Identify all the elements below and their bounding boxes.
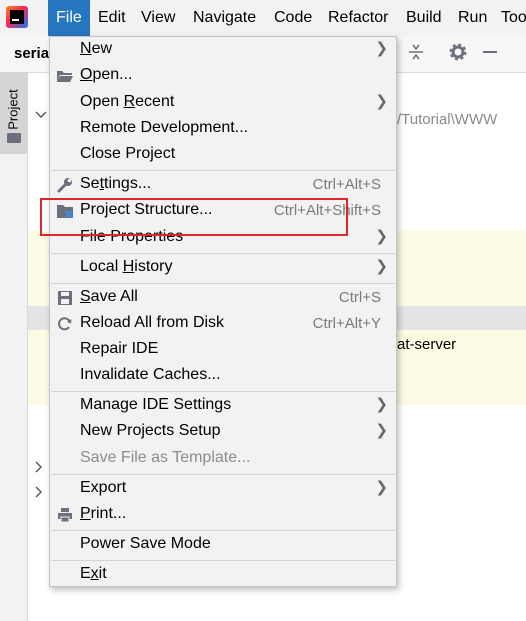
intellij-logo-icon[interactable] <box>6 6 28 28</box>
menu-item-new-projects-setup[interactable]: New Projects Setup ❯ <box>50 419 396 445</box>
menu-item-label: Open Recent <box>80 93 175 110</box>
menu-item-repair-ide[interactable]: Repair IDE <box>50 337 396 363</box>
menu-item-settings[interactable]: Settings... Ctrl+Alt+S <box>50 172 396 198</box>
menu-view[interactable]: View <box>133 0 183 36</box>
minimize-icon[interactable] <box>480 42 500 67</box>
left-tool-strip: Project <box>0 72 28 621</box>
menu-tools[interactable]: Too <box>493 0 526 36</box>
menu-item-power-save-mode[interactable]: Power Save Mode <box>50 532 396 558</box>
menu-item-label: Reload All from Disk <box>80 314 225 331</box>
menu-bar: File Edit View Navigate Code Refactor Bu… <box>0 0 526 36</box>
file-menu-dropdown: New ❯ Open... Open Recent ❯ Remote Devel… <box>49 36 397 587</box>
menu-separator <box>51 253 397 254</box>
menu-separator <box>51 170 397 171</box>
menu-item-label: Settings... <box>80 175 152 192</box>
menu-separator <box>51 530 397 531</box>
menu-item-exit[interactable]: Exit <box>50 562 396 588</box>
collapse-icon[interactable] <box>406 42 426 67</box>
menu-edit[interactable]: Edit <box>90 0 134 36</box>
menu-item-label: Close Project <box>80 145 176 162</box>
menu-item-reload-all[interactable]: Reload All from Disk Ctrl+Alt+Y <box>50 311 396 337</box>
menu-item-label: Remote Development... <box>80 119 249 136</box>
menu-item-label: Open... <box>80 66 133 83</box>
menu-separator <box>51 474 397 475</box>
menu-separator <box>51 391 397 392</box>
menu-item-local-history[interactable]: Local History ❯ <box>50 255 396 281</box>
menu-item-label: Repair IDE <box>80 340 159 357</box>
menu-separator <box>51 283 397 284</box>
chevron-right-icon[interactable] <box>33 485 45 502</box>
menu-file[interactable]: File <box>48 0 90 36</box>
chevron-right-icon: ❯ <box>375 93 388 110</box>
menu-item-label: Save All <box>80 288 138 305</box>
reload-icon <box>56 315 74 333</box>
wrench-icon <box>56 176 74 194</box>
chevron-right-icon: ❯ <box>375 479 388 496</box>
menu-item-label: Save File as Template... <box>80 449 251 466</box>
menu-item-open-recent[interactable]: Open Recent ❯ <box>50 90 396 116</box>
menu-item-label: Print... <box>80 505 127 522</box>
project-path-text: /Tutorial\WWW <box>397 111 498 128</box>
chevron-right-icon: ❯ <box>375 258 388 275</box>
menu-item-close-project[interactable]: Close Project <box>50 142 396 168</box>
menu-item-manage-ide-settings[interactable]: Manage IDE Settings ❯ <box>50 393 396 419</box>
chevron-right-icon: ❯ <box>375 396 388 413</box>
server-name-text: at-server <box>397 336 457 353</box>
menu-item-invalidate-caches[interactable]: Invalidate Caches... <box>50 363 396 389</box>
gear-icon[interactable] <box>448 42 468 67</box>
chevron-down-icon[interactable] <box>34 108 48 125</box>
menu-item-label: Exit <box>80 565 107 582</box>
menu-separator <box>51 560 397 561</box>
annotation-highlight-box <box>40 198 348 236</box>
chevron-right-icon: ❯ <box>375 40 388 57</box>
folder-icon <box>7 133 21 143</box>
chevron-right-icon[interactable] <box>33 460 45 477</box>
chevron-right-icon: ❯ <box>375 228 388 245</box>
menu-code[interactable]: Code <box>266 0 320 36</box>
menu-run[interactable]: Run <box>450 0 495 36</box>
menu-item-label: Invalidate Caches... <box>80 366 221 383</box>
menu-build[interactable]: Build <box>398 0 450 36</box>
menu-item-label: New <box>80 40 113 57</box>
print-icon <box>56 506 74 524</box>
menu-item-save-file-as-template: Save File as Template... <box>50 446 396 472</box>
menu-item-export[interactable]: Export ❯ <box>50 476 396 502</box>
shortcut-text: Ctrl+Alt+Y <box>312 315 381 332</box>
menu-item-save-all[interactable]: Save All Ctrl+S <box>50 285 396 311</box>
menu-item-print[interactable]: Print... <box>50 502 396 528</box>
menu-item-new[interactable]: New ❯ <box>50 37 396 63</box>
shortcut-text: Ctrl+S <box>338 289 381 306</box>
menu-item-label: Manage IDE Settings <box>80 396 232 413</box>
project-tool-button[interactable]: Project <box>0 72 27 154</box>
save-icon <box>56 289 74 307</box>
menu-item-label: New Projects Setup <box>80 422 221 439</box>
menu-item-label: Export <box>80 479 127 496</box>
shortcut-text: Ctrl+Alt+S <box>312 176 381 193</box>
menu-item-open[interactable]: Open... <box>50 63 396 89</box>
menu-refactor[interactable]: Refactor <box>320 0 396 36</box>
menu-navigate[interactable]: Navigate <box>185 0 264 36</box>
chevron-right-icon: ❯ <box>375 422 388 439</box>
menu-item-remote-development[interactable]: Remote Development... <box>50 116 396 142</box>
project-name-label[interactable]: seria <box>14 36 49 72</box>
menu-item-label: Power Save Mode <box>80 535 211 552</box>
menu-item-label: Local History <box>80 258 173 275</box>
folder-open-icon <box>56 67 74 85</box>
